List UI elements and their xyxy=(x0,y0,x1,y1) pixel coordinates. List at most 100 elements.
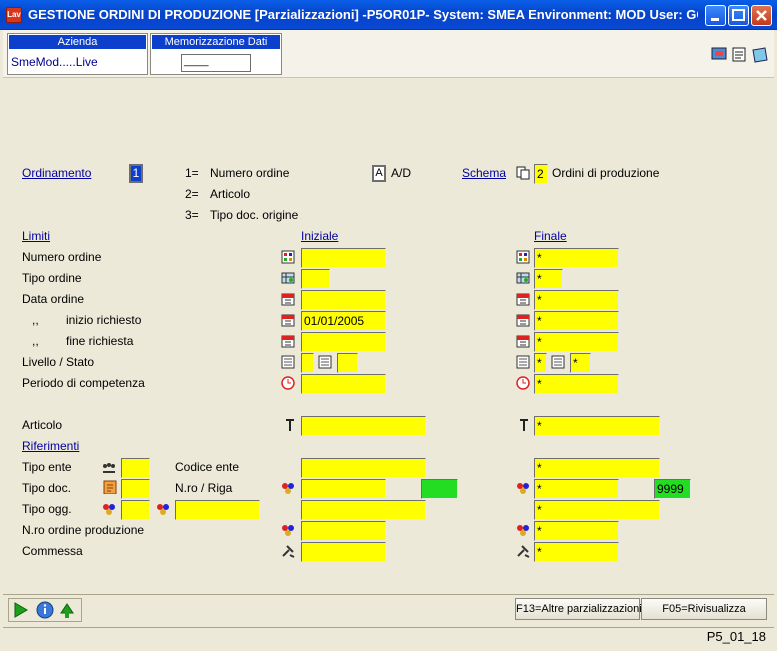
tipo-doc-input[interactable] xyxy=(121,479,150,499)
inizio-richiesto-fin[interactable]: * xyxy=(534,311,619,331)
tools-icon[interactable] xyxy=(516,544,530,558)
stato-ini[interactable] xyxy=(337,353,358,373)
numero-ordine-ini[interactable] xyxy=(301,248,386,268)
livello-fin[interactable]: * xyxy=(534,353,547,373)
object-icon[interactable] xyxy=(102,502,116,516)
monitor-icon[interactable] xyxy=(711,47,727,60)
commessa-fin[interactable]: * xyxy=(534,542,619,562)
schema-input[interactable]: 2 xyxy=(534,164,548,184)
data-ordine-fin[interactable]: * xyxy=(534,290,619,310)
people-icon[interactable] xyxy=(102,461,116,475)
nro-ordine-produzione-ini[interactable] xyxy=(301,521,386,541)
calendar-icon[interactable] xyxy=(516,334,530,348)
minimize-button[interactable] xyxy=(705,5,726,26)
calendar-icon[interactable] xyxy=(516,313,530,327)
object-icon[interactable] xyxy=(281,481,295,495)
close-button[interactable] xyxy=(751,5,772,26)
schema-link[interactable]: Schema xyxy=(462,166,506,180)
nro-fin[interactable]: * xyxy=(534,479,619,499)
play-icon[interactable] xyxy=(14,602,28,618)
stato-fin[interactable]: * xyxy=(570,353,591,373)
copy-icon[interactable] xyxy=(516,166,530,180)
azienda-value: SmeMod.....Live xyxy=(11,55,98,69)
pin-icon[interactable] xyxy=(283,418,297,432)
folder-icon[interactable] xyxy=(752,47,768,63)
data-ordine-ini[interactable] xyxy=(301,290,386,310)
ordinamento-link[interactable]: Ordinamento xyxy=(22,166,91,180)
grid-icon[interactable] xyxy=(281,250,295,264)
inizio-richiesto-prefix: ,, xyxy=(32,313,39,327)
periodo-ini[interactable] xyxy=(301,374,386,394)
minimize-icon xyxy=(711,18,719,21)
info-icon[interactable] xyxy=(36,601,54,619)
window-title: GESTIONE ORDINI DI PRODUZIONE [Parzializ… xyxy=(28,7,698,22)
maximize-button[interactable] xyxy=(728,5,749,26)
limiti-link[interactable]: Limiti xyxy=(22,229,50,243)
nro-ordine-produzione-fin[interactable]: * xyxy=(534,521,619,541)
table-icon[interactable] xyxy=(516,271,530,285)
codice-ente-ini[interactable] xyxy=(301,458,426,478)
list-icon[interactable] xyxy=(318,355,332,369)
status-bar: P5_01_18 xyxy=(3,627,774,648)
fine-richiesta-label: fine richiesta xyxy=(66,334,134,348)
calendar-icon[interactable] xyxy=(281,334,295,348)
tipo-ogg-ini[interactable] xyxy=(301,500,426,520)
object-icon[interactable] xyxy=(156,502,170,516)
pin-icon[interactable] xyxy=(517,418,531,432)
articolo-fin[interactable]: * xyxy=(534,416,660,436)
f05-button[interactable]: F05=Rivisualizza xyxy=(641,598,767,620)
tools-icon[interactable] xyxy=(281,544,295,558)
object-icon[interactable] xyxy=(516,523,530,537)
tipo-ogg-input[interactable] xyxy=(121,500,150,520)
object-icon[interactable] xyxy=(281,523,295,537)
riga-fin[interactable]: 9999 xyxy=(654,479,691,499)
commessa-ini[interactable] xyxy=(301,542,386,562)
memo-input[interactable]: ____ xyxy=(181,54,251,72)
list-icon[interactable] xyxy=(516,355,530,369)
tipo-ogg-label: Tipo ogg. xyxy=(22,502,72,516)
ordinamento-opt3-code: 3= xyxy=(185,208,199,222)
doc-type-icon[interactable] xyxy=(103,480,117,494)
clock-icon[interactable] xyxy=(281,376,295,390)
ordinamento-opt2-code: 2= xyxy=(185,187,199,201)
ordinamento-opt1-text: Numero ordine xyxy=(210,166,290,180)
calendar-icon[interactable] xyxy=(281,313,295,327)
numero-ordine-fin[interactable]: * xyxy=(534,248,619,268)
codice-ente-label: Codice ente xyxy=(175,460,240,474)
nro-riga-label: N.ro / Riga xyxy=(175,481,233,495)
livello-ini[interactable] xyxy=(301,353,314,373)
riga-ini[interactable] xyxy=(421,479,458,499)
tipo-ordine-ini[interactable] xyxy=(301,269,330,289)
inizio-richiesto-ini[interactable]: 01/01/2005 xyxy=(301,311,386,331)
tipo-ogg-fin[interactable]: * xyxy=(534,500,660,520)
tipo-ordine-fin[interactable]: * xyxy=(534,269,563,289)
fine-richiesta-fin[interactable]: * xyxy=(534,332,619,352)
ad-input[interactable]: A xyxy=(372,165,386,182)
table-icon[interactable] xyxy=(281,271,295,285)
calendar-icon[interactable] xyxy=(516,292,530,306)
f13-button[interactable]: F13=Altre parzializzazioni xyxy=(515,598,642,620)
tipo-ogg-input-2[interactable] xyxy=(175,500,260,520)
calendar-icon[interactable] xyxy=(281,292,295,306)
fine-richiesta-ini[interactable] xyxy=(301,332,386,352)
riferimenti-link[interactable]: Riferimenti xyxy=(22,439,79,453)
periodo-label: Periodo di competenza xyxy=(22,376,145,390)
codice-ente-fin[interactable]: * xyxy=(534,458,660,478)
ordinamento-input[interactable]: 1 xyxy=(129,164,143,183)
list-icon[interactable] xyxy=(551,355,565,369)
ordinamento-opt1-code: 1= xyxy=(185,166,199,180)
object-icon[interactable] xyxy=(516,481,530,495)
articolo-ini[interactable] xyxy=(301,416,426,436)
tipo-ente-input[interactable] xyxy=(121,458,150,478)
grid-icon[interactable] xyxy=(516,250,530,264)
clock-icon[interactable] xyxy=(516,376,530,390)
inizio-richiesto-label: inizio richiesto xyxy=(66,313,142,327)
nro-ini[interactable] xyxy=(301,479,386,499)
commessa-label: Commessa xyxy=(22,544,83,558)
list-icon[interactable] xyxy=(281,355,295,369)
periodo-fin[interactable]: * xyxy=(534,374,619,394)
iniziale-header: Iniziale xyxy=(301,229,339,243)
header-tool-icons xyxy=(711,46,771,64)
document-icon[interactable] xyxy=(732,47,746,62)
back-arrow-icon[interactable] xyxy=(60,603,74,618)
